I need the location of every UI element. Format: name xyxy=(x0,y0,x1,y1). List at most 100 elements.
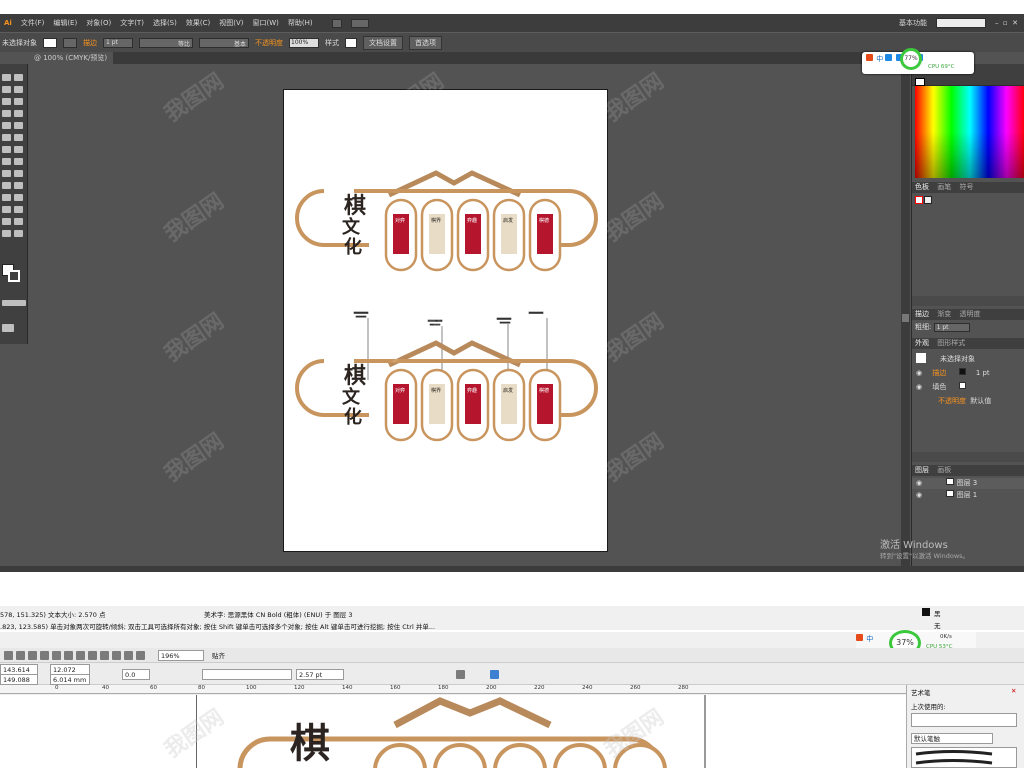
selection-tool-icon[interactable] xyxy=(2,74,11,81)
type-tool-icon[interactable] xyxy=(14,98,23,105)
tab-symbols[interactable]: 符号 xyxy=(956,183,976,191)
layer-row-3[interactable]: ◉ 图层 3 xyxy=(912,478,1024,489)
eye-icon[interactable]: ◉ xyxy=(916,491,922,499)
rotation-field[interactable]: 0.0 xyxy=(122,669,150,680)
drawing-modes-icon[interactable] xyxy=(2,300,26,306)
registration-swatch[interactable] xyxy=(924,196,932,204)
blend-tool-icon[interactable] xyxy=(14,194,23,201)
pen-tool-icon[interactable] xyxy=(2,98,11,105)
paintbrush-tool-icon[interactable] xyxy=(2,122,11,129)
cut-icon[interactable] xyxy=(52,650,61,660)
import-icon[interactable] xyxy=(112,650,121,660)
paste-icon[interactable] xyxy=(76,650,85,660)
eyedropper-tool-icon[interactable] xyxy=(2,194,11,201)
eye-icon[interactable]: ◉ xyxy=(916,369,922,377)
shape-builder-tool-icon[interactable] xyxy=(2,170,11,177)
tab-brushes[interactable]: 画笔 xyxy=(934,183,954,191)
menu-file[interactable]: 文件(F) xyxy=(21,18,45,28)
brush-definition[interactable]: 基本 xyxy=(199,37,249,48)
preferences-button[interactable]: 首选项 xyxy=(409,35,442,50)
redo-icon[interactable] xyxy=(100,650,109,660)
blob-brush-tool-icon[interactable] xyxy=(2,134,11,141)
zoom-level[interactable]: 196% xyxy=(158,649,204,661)
opacity-row-label[interactable]: 不透明度 xyxy=(938,397,966,405)
export-icon[interactable] xyxy=(124,650,133,660)
slice-tool-icon[interactable] xyxy=(14,218,23,225)
rotate-tool-icon[interactable] xyxy=(2,146,11,153)
arrange-docs-icon[interactable] xyxy=(350,18,369,28)
horizontal-scrollbar[interactable] xyxy=(0,566,1024,572)
symbol-sprayer-tool-icon[interactable] xyxy=(2,206,11,213)
height-field[interactable]: 6.014 mm xyxy=(50,674,90,685)
tab-layers[interactable]: 图层 xyxy=(912,466,932,474)
appearance-stroke-row[interactable]: ◉ 描边 1 pt xyxy=(916,368,990,378)
menu-object[interactable]: 对象(O) xyxy=(86,18,111,28)
color-spectrum[interactable] xyxy=(915,86,1024,178)
publish-icon[interactable] xyxy=(136,650,145,660)
wrap-text-icon[interactable] xyxy=(456,670,465,679)
document-setup-button[interactable]: 文档设置 xyxy=(363,35,403,50)
variable-width-profile[interactable]: 等比 xyxy=(139,37,193,48)
vertical-scrollbar[interactable] xyxy=(901,64,910,572)
outline-width[interactable]: 2.57 pt xyxy=(296,669,344,680)
menu-view[interactable]: 视图(V) xyxy=(219,18,243,28)
undo-icon[interactable] xyxy=(88,650,97,660)
tab-swatches[interactable]: 色板 xyxy=(912,183,932,191)
outline-style[interactable] xyxy=(202,669,292,680)
pencil-tool-icon[interactable] xyxy=(14,122,23,129)
sogou-icon[interactable] xyxy=(856,634,863,641)
menu-window[interactable]: 窗口(W) xyxy=(252,18,278,28)
eye-icon[interactable]: ◉ xyxy=(916,479,922,487)
system-tray-widget[interactable]: 中 77% CPU 69°C xyxy=(862,48,974,74)
layer-row-1[interactable]: ◉ 图层 1 xyxy=(912,490,1024,501)
search-field[interactable] xyxy=(935,18,986,28)
perspective-grid-tool-icon[interactable] xyxy=(14,170,23,177)
tab-stroke[interactable]: 描边 xyxy=(912,310,932,318)
tab-artboards[interactable]: 画板 xyxy=(934,466,954,474)
menu-help[interactable]: 帮助(H) xyxy=(288,18,313,28)
list-view-icon[interactable] xyxy=(490,670,499,679)
recent-strokes[interactable] xyxy=(911,713,1017,727)
opacity-label[interactable]: 不透明度 xyxy=(255,38,283,48)
stroke-row-label[interactable]: 描边 xyxy=(932,369,946,377)
graphic-style-swatch[interactable] xyxy=(345,37,357,48)
white-swatch[interactable] xyxy=(915,78,925,86)
appearance-fill-row[interactable]: ◉ 填色 xyxy=(916,382,966,392)
magic-wand-tool-icon[interactable] xyxy=(2,86,11,93)
screen-mode-icon[interactable] xyxy=(2,324,14,332)
cd-canvas[interactable]: 棋 xyxy=(0,695,906,768)
ime-mode[interactable]: 中 xyxy=(866,635,873,643)
layer-name[interactable]: 图层 3 xyxy=(957,479,978,487)
stroke-swatch[interactable] xyxy=(63,37,77,48)
zoom-tool-icon[interactable] xyxy=(14,230,23,237)
appearance-opacity-row[interactable]: 不透明度 默认值 xyxy=(938,396,991,406)
fill-row-swatch[interactable] xyxy=(958,382,966,389)
layer-name[interactable]: 图层 1 xyxy=(957,491,978,499)
save-icon[interactable] xyxy=(28,650,37,660)
opacity-field[interactable]: 100% xyxy=(289,37,319,48)
fill-swatch[interactable] xyxy=(43,37,57,48)
ime-mode[interactable]: 中 xyxy=(876,55,883,63)
stroke-weight-field[interactable]: 1 pt xyxy=(103,37,133,48)
tab-appearance[interactable]: 外观 xyxy=(912,339,932,347)
hand-tool-icon[interactable] xyxy=(2,230,11,237)
copy-icon[interactable] xyxy=(64,650,73,660)
close-docker-icon[interactable]: ✕ xyxy=(1011,687,1016,695)
snap-to[interactable]: 贴齐 xyxy=(212,650,225,660)
line-tool-icon[interactable] xyxy=(2,110,11,117)
lasso-tool-icon[interactable] xyxy=(14,86,23,93)
free-transform-tool-icon[interactable] xyxy=(14,158,23,165)
fill-indicator[interactable] xyxy=(922,608,930,616)
rectangle-tool-icon[interactable] xyxy=(14,110,23,117)
sogou-icon[interactable] xyxy=(866,54,873,61)
new-icon[interactable] xyxy=(4,650,13,660)
column-graph-tool-icon[interactable] xyxy=(14,206,23,213)
tab-transparency[interactable]: 透明度 xyxy=(956,310,983,318)
artboard-tool-icon[interactable] xyxy=(2,218,11,225)
menu-edit[interactable]: 编辑(E) xyxy=(53,18,77,28)
none-swatch-icon[interactable] xyxy=(915,196,923,204)
menu-select[interactable]: 选择(S) xyxy=(153,18,177,28)
scroll-thumb[interactable] xyxy=(902,314,909,322)
stroke-label[interactable]: 描边 xyxy=(83,38,97,48)
menu-effect[interactable]: 效果(C) xyxy=(186,18,210,28)
